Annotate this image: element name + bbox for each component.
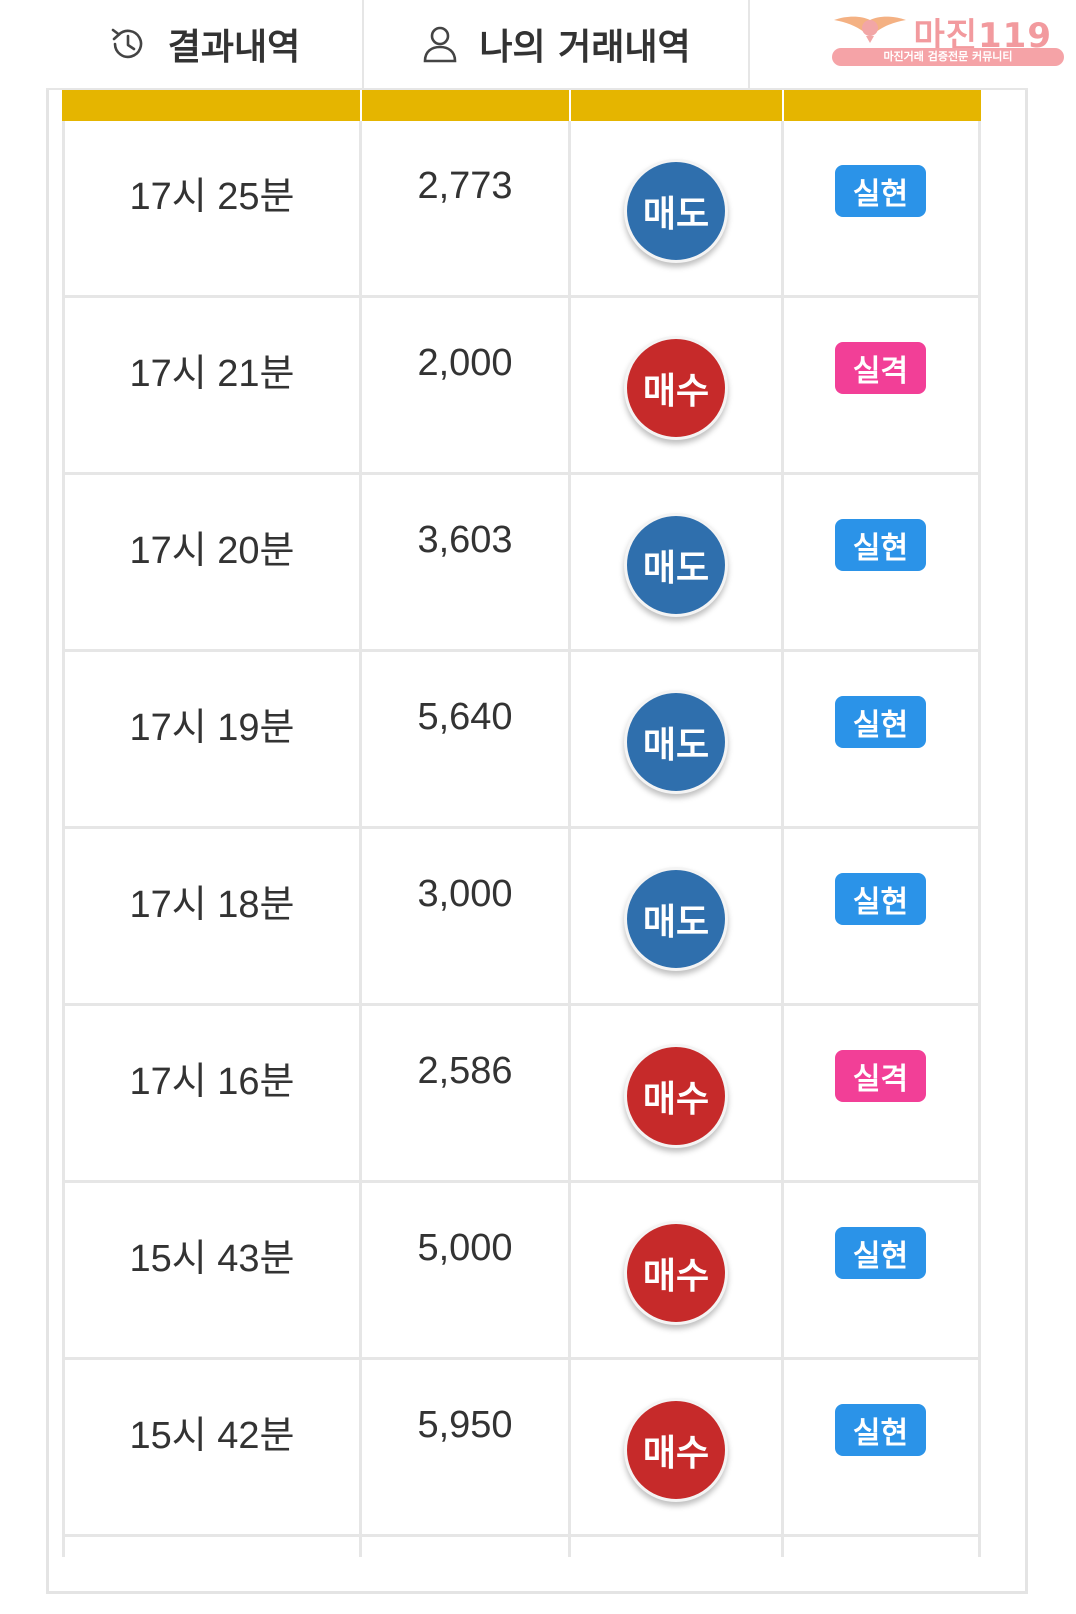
trade-amount: 5,000: [417, 1227, 513, 1269]
time-cell: 15시 42분: [62, 1360, 362, 1534]
site-logo[interactable]: 마진119 마진거래 검증전문 커뮤니티: [828, 6, 1064, 66]
trade-time: 15시 43분: [129, 1238, 295, 1280]
amount-cell: 2,773: [362, 121, 571, 295]
result-success-badge: 실현: [835, 165, 926, 217]
tab-bar: 결과내역 나의 거래내역 마진119 마진거래 검증전문 커뮤니티: [46, 0, 1064, 90]
trade-time: 17시 21분: [129, 353, 295, 395]
result-cell: 실현: [784, 829, 981, 1003]
buy-badge[interactable]: 매수: [624, 1044, 728, 1148]
trade-time: 17시 19분: [129, 707, 295, 749]
result-success-badge: 실현: [835, 1404, 926, 1456]
buy-badge[interactable]: 매수: [624, 1221, 728, 1325]
sell-badge[interactable]: 매도: [624, 513, 728, 617]
trade-time: 17시 20분: [129, 530, 295, 572]
header-cell: [362, 90, 571, 121]
side-cell: 매도: [571, 652, 784, 826]
side-cell: 매도: [571, 475, 784, 649]
amount-cell: 2,000: [362, 298, 571, 472]
table-row[interactable]: 15시 42분 5,950 매수 실현: [62, 1360, 981, 1537]
result-cell: 실현: [784, 652, 981, 826]
table-header-bar: [62, 90, 981, 121]
sell-badge[interactable]: 매도: [624, 159, 728, 263]
amount-cell: 5,640: [362, 652, 571, 826]
side-cell: 매수: [571, 298, 784, 472]
table-row[interactable]: 17시 16분 2,586 매수 실격: [62, 1006, 981, 1183]
time-cell: 17시 18분: [62, 829, 362, 1003]
trade-amount: 2,000: [417, 342, 513, 384]
table-row[interactable]: 17시 20분 3,603 매도 실현: [62, 475, 981, 652]
tab-my-trades-label: 나의 거래내역: [479, 27, 691, 68]
result-fail-badge: 실격: [835, 1050, 926, 1102]
result-cell: 실현: [784, 121, 981, 295]
trade-time: 17시 16분: [129, 1061, 295, 1103]
table-cell: [62, 1537, 362, 1557]
table-row[interactable]: 17시 18분 3,000 매도 실현: [62, 829, 981, 1006]
amount-cell: 3,000: [362, 829, 571, 1003]
trade-amount: 5,640: [417, 696, 513, 738]
amount-cell: 5,000: [362, 1183, 571, 1357]
side-cell: 매수: [571, 1360, 784, 1534]
amount-cell: 3,603: [362, 475, 571, 649]
trade-amount: 2,773: [417, 165, 513, 207]
time-cell: 17시 19분: [62, 652, 362, 826]
user-icon: [421, 24, 459, 64]
sell-badge[interactable]: 매도: [624, 690, 728, 794]
buy-badge[interactable]: 매수: [624, 336, 728, 440]
trade-amount: 5,950: [417, 1404, 513, 1446]
trade-amount: 3,000: [417, 873, 513, 915]
header-cell: [62, 90, 362, 121]
logo-subtitle: 마진거래 검증전문 커뮤니티: [832, 48, 1064, 66]
table-cell: [362, 1537, 571, 1557]
result-success-badge: 실현: [835, 873, 926, 925]
amount-cell: 2,586: [362, 1006, 571, 1180]
table-row[interactable]: 17시 19분 5,640 매도 실현: [62, 652, 981, 829]
trade-time: 17시 18분: [129, 884, 295, 926]
table-cell: [571, 1537, 784, 1557]
side-cell: 매수: [571, 1006, 784, 1180]
time-cell: 17시 25분: [62, 121, 362, 295]
trade-table: 17시 25분 2,773 매도 실현 17시 21분 2,000 매수 실격 17시 20분 3…: [62, 90, 981, 1557]
sell-badge[interactable]: 매도: [624, 867, 728, 971]
time-cell: 17시 20분: [62, 475, 362, 649]
table-row[interactable]: 17시 25분 2,773 매도 실현: [62, 121, 981, 298]
buy-badge[interactable]: 매수: [624, 1398, 728, 1502]
wing-emblem-icon: [834, 16, 906, 43]
header-cell: [784, 90, 981, 121]
side-cell: 매도: [571, 121, 784, 295]
time-cell: 17시 21분: [62, 298, 362, 472]
result-cell: 실현: [784, 1183, 981, 1357]
result-success-badge: 실현: [835, 696, 926, 748]
header-cell: [571, 90, 784, 121]
tab-my-trades[interactable]: 나의 거래내역: [364, 0, 750, 90]
table-cell: [784, 1537, 981, 1557]
time-cell: 17시 16분: [62, 1006, 362, 1180]
tab-results-label: 결과내역: [167, 27, 301, 68]
result-success-badge: 실현: [835, 519, 926, 571]
table-row[interactable]: 17시 21분 2,000 매수 실격: [62, 298, 981, 475]
trade-time: 15시 42분: [129, 1415, 295, 1457]
side-cell: 매도: [571, 829, 784, 1003]
result-cell: 실현: [784, 475, 981, 649]
table-row-partial: [62, 1537, 981, 1557]
trade-time: 17시 25분: [129, 176, 295, 218]
trade-amount: 2,586: [417, 1050, 513, 1092]
table-body: 17시 25분 2,773 매도 실현 17시 21분 2,000 매수 실격 17시 20분 3…: [62, 121, 981, 1537]
time-cell: 15시 43분: [62, 1183, 362, 1357]
amount-cell: 5,950: [362, 1360, 571, 1534]
trade-amount: 3,603: [417, 519, 513, 561]
result-success-badge: 실현: [835, 1227, 926, 1279]
result-cell: 실격: [784, 298, 981, 472]
tab-results[interactable]: 결과내역: [46, 0, 364, 90]
result-cell: 실격: [784, 1006, 981, 1180]
side-cell: 매수: [571, 1183, 784, 1357]
history-icon: [108, 24, 148, 64]
tab-logo-area: 마진119 마진거래 검증전문 커뮤니티: [750, 0, 1064, 90]
table-row[interactable]: 15시 43분 5,000 매수 실현: [62, 1183, 981, 1360]
result-cell: 실현: [784, 1360, 981, 1534]
result-fail-badge: 실격: [835, 342, 926, 394]
